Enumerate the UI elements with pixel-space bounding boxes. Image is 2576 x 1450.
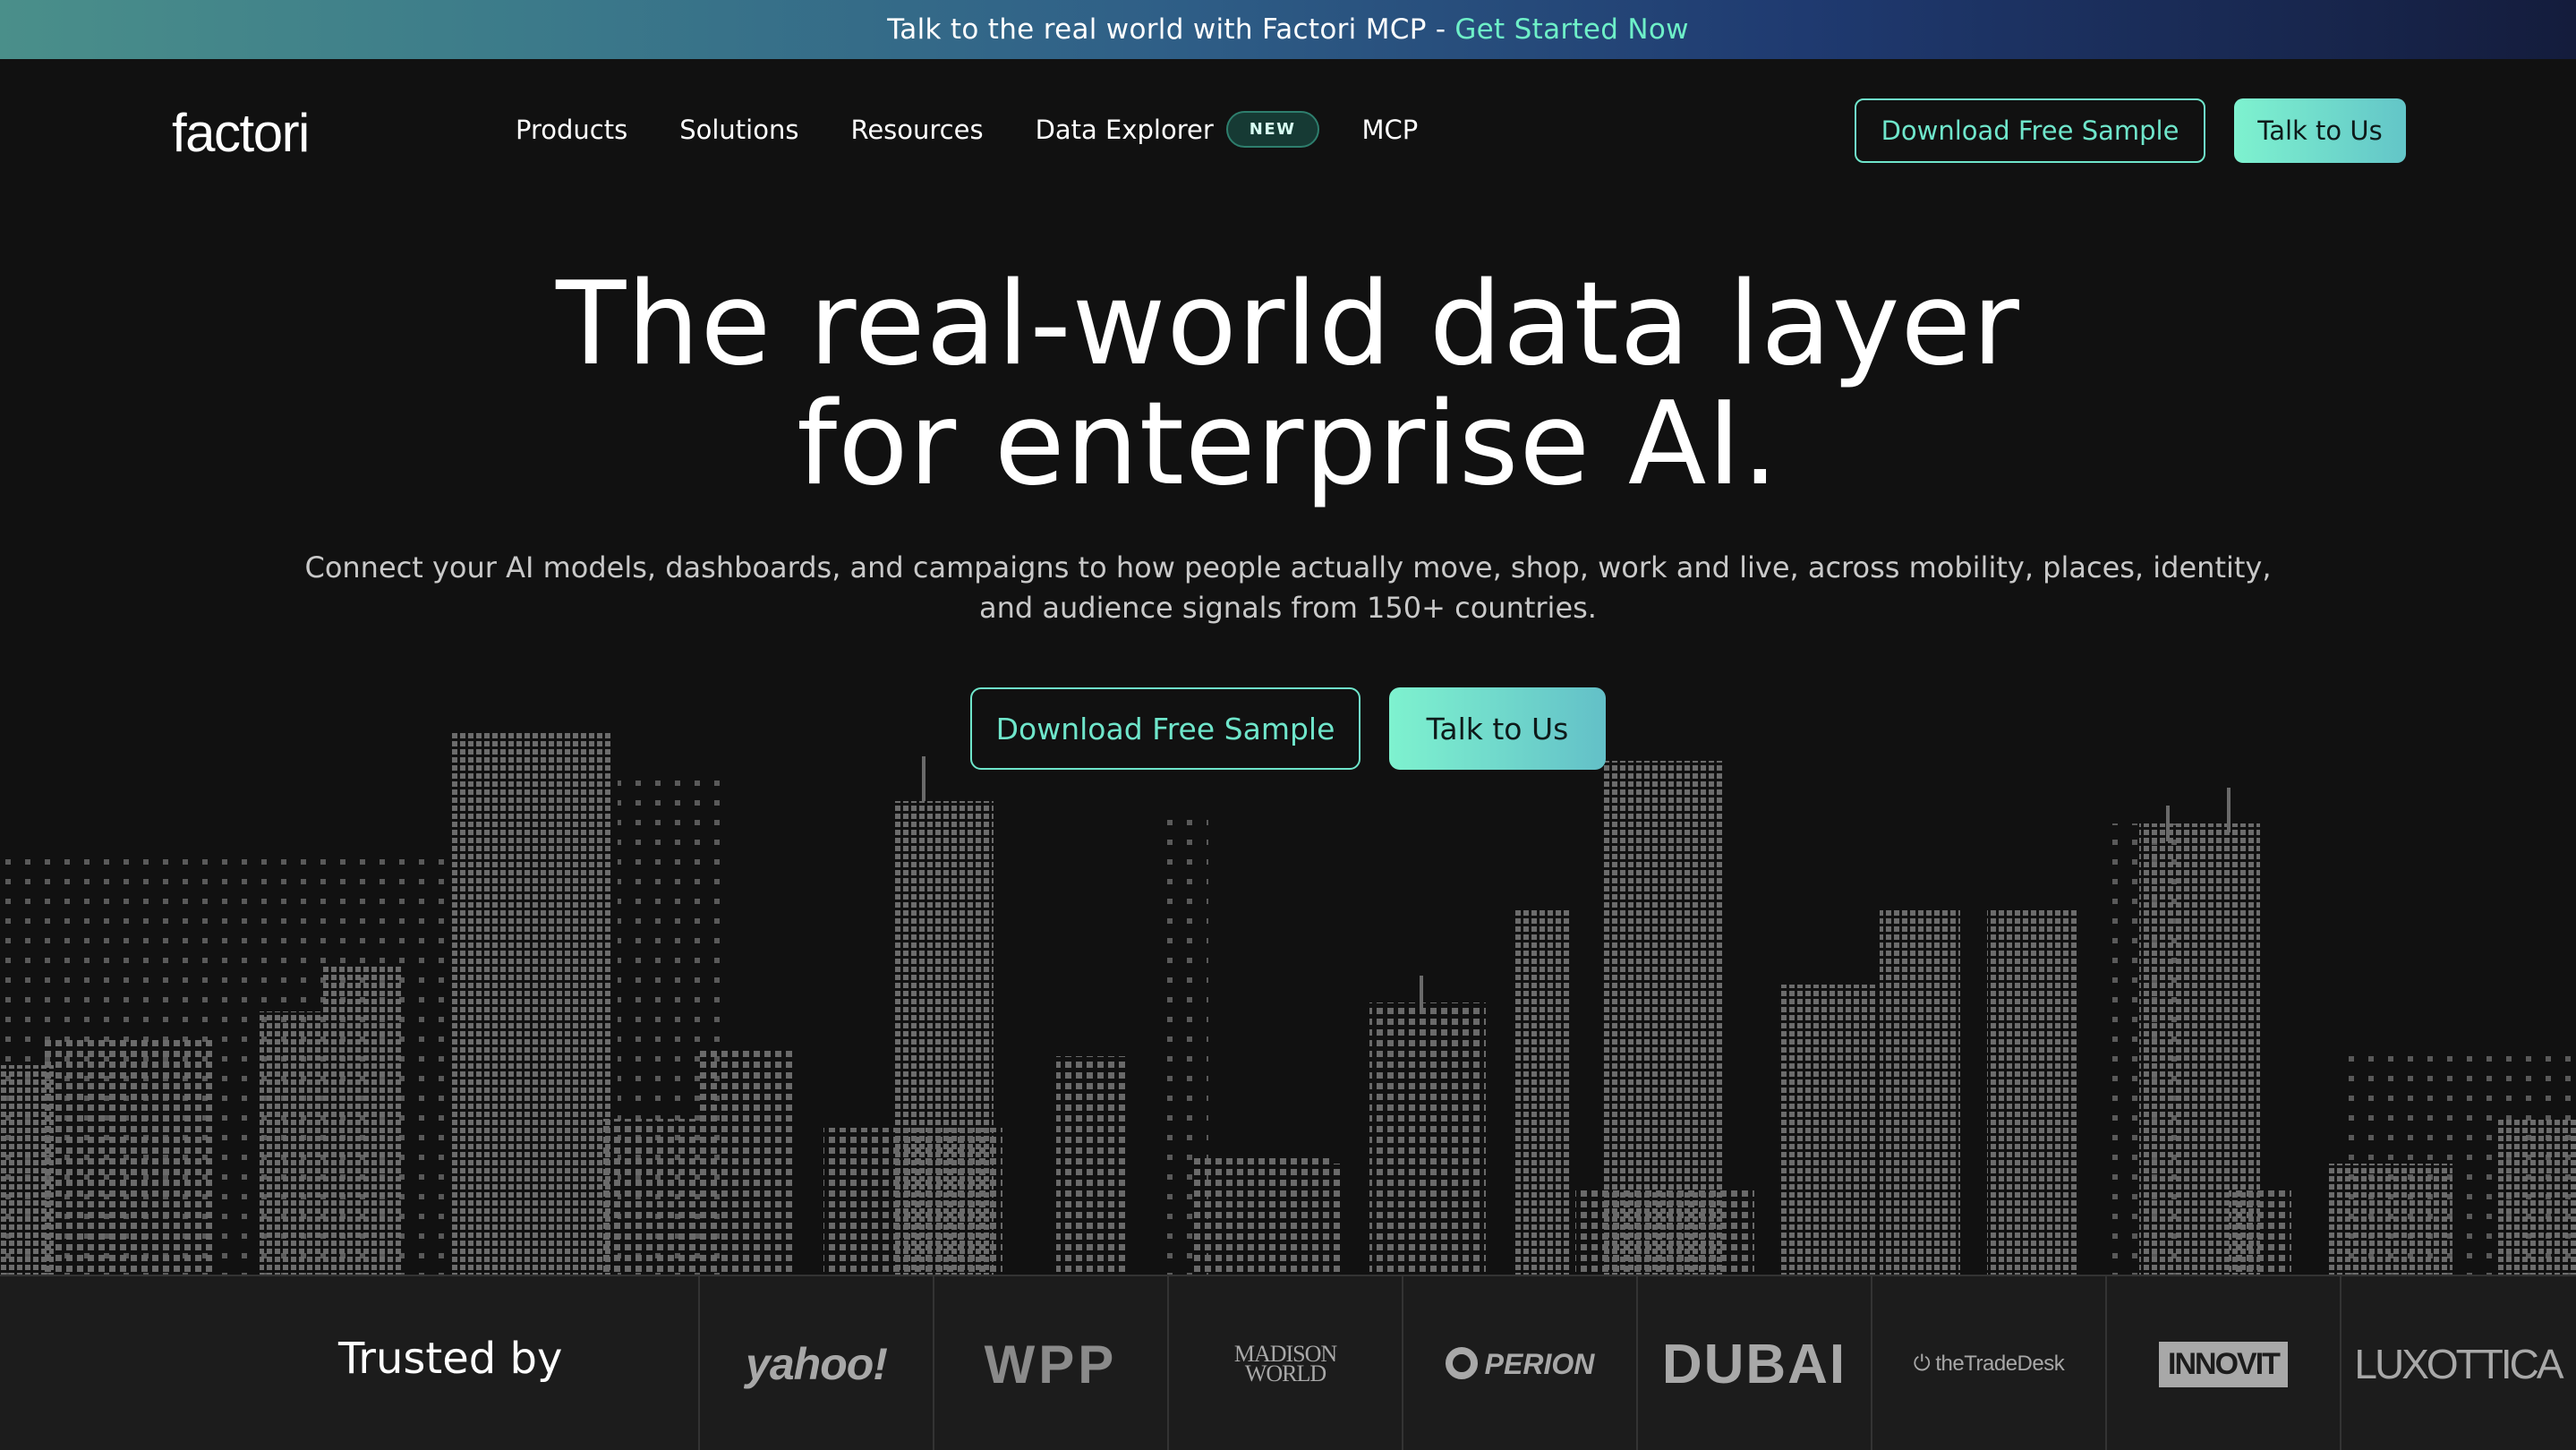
- hero-title-line2: for enterprise AI.: [797, 378, 1779, 511]
- logo-innovit: INNOVIT: [2105, 1276, 2340, 1450]
- client-logos: yahoo! WPP MADISON WORLD PERION DUBAI ⏻ t…: [698, 1276, 2576, 1450]
- logo-the-trade-desk: ⏻ theTradeDesk: [1871, 1276, 2105, 1450]
- hero-title: The real-world data layer for enterprise…: [0, 265, 2576, 505]
- banner-text: Talk to the real world with Factori MCP …: [887, 13, 1446, 46]
- logo-wpp: WPP: [933, 1276, 1167, 1450]
- logo-yahoo: yahoo!: [698, 1276, 933, 1450]
- hero-subtitle: Connect your AI models, dashboards, and …: [304, 550, 2272, 625]
- trusted-by-label: Trusted by: [338, 1334, 563, 1384]
- trusted-by-section: Trusted by yahoo! WPP MADISON WORLD PERIO…: [0, 1275, 2576, 1450]
- logo-luxottica: LUXOTTICA: [2340, 1276, 2574, 1450]
- nav-talk-to-us-button[interactable]: Talk to Us: [2234, 98, 2406, 163]
- hero-title-line1: The real-world data layer: [556, 258, 2020, 391]
- nav-link-resources[interactable]: Resources: [850, 115, 983, 145]
- main-nav: factori Products Solutions Resources Dat…: [0, 59, 2576, 202]
- nav-links: Products Solutions Resources Data Explor…: [516, 111, 1470, 148]
- logo-madison-world: MADISON WORLD: [1167, 1276, 1402, 1450]
- logo-perion: PERION: [1402, 1276, 1636, 1450]
- nav-link-data-explorer[interactable]: Data Explorer: [1036, 115, 1214, 145]
- banner-get-started-link[interactable]: Get Started Now: [1454, 13, 1688, 46]
- nav-link-solutions[interactable]: Solutions: [679, 115, 798, 145]
- hero-talk-to-us-button[interactable]: Talk to Us: [1389, 687, 1606, 770]
- perion-mark-icon: [1445, 1347, 1478, 1379]
- hero-download-sample-button[interactable]: Download Free Sample: [970, 687, 1361, 770]
- factori-logo[interactable]: factori: [172, 102, 310, 164]
- nav-link-mcp[interactable]: MCP: [1362, 115, 1419, 145]
- city-skyline-illustration: [0, 732, 2576, 1275]
- nav-download-sample-button[interactable]: Download Free Sample: [1855, 98, 2205, 163]
- logo-dubai: DUBAI: [1636, 1276, 1871, 1450]
- new-badge: NEW: [1225, 111, 1319, 148]
- announcement-banner: Talk to the real world with Factori MCP …: [0, 0, 2576, 59]
- nav-link-products[interactable]: Products: [516, 115, 627, 145]
